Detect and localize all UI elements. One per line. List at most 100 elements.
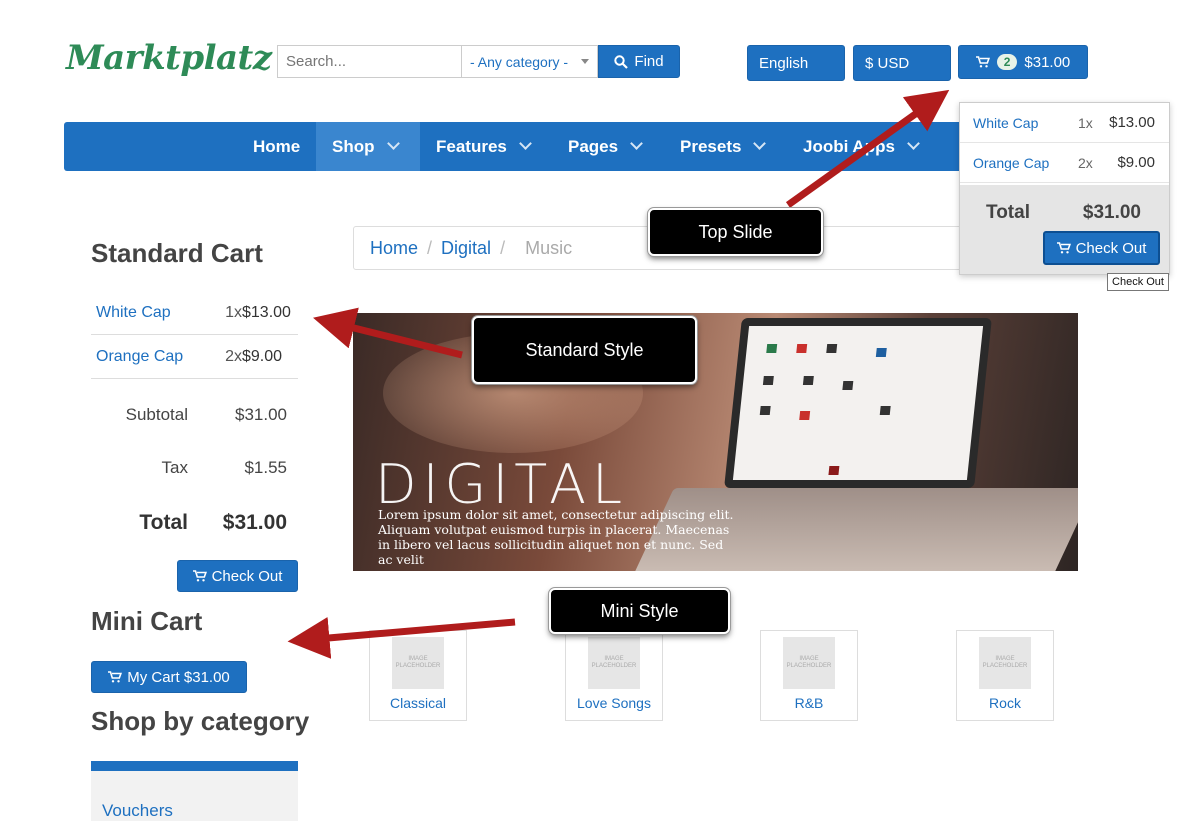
currency-label: $ USD — [865, 54, 910, 72]
category-tile-label[interactable]: R&B — [761, 695, 857, 711]
chevron-down-icon — [386, 137, 400, 150]
nav-label: Presets — [680, 136, 742, 156]
checkout-button[interactable]: Check Out — [177, 560, 298, 592]
dropdown-item-qty: 2x — [1078, 154, 1093, 171]
app-icon — [875, 348, 887, 357]
breadcrumb-current: Music — [525, 237, 573, 258]
laptop-screen — [724, 318, 992, 488]
image-placeholder: IMAGE PLACEHOLDER — [979, 637, 1031, 689]
nav-features[interactable]: Features — [420, 122, 546, 171]
category-list: Vouchers — [91, 761, 298, 821]
search-bar: - Any category - Find — [277, 45, 680, 78]
dropdown-item-price: $9.00 — [1117, 154, 1155, 171]
callout-mini-style: Mini Style — [549, 588, 730, 634]
chevron-down-icon — [630, 137, 643, 150]
app-icon — [828, 466, 840, 475]
dropdown-item-name[interactable]: White Cap — [960, 115, 1078, 131]
total-label: Total — [139, 511, 188, 534]
app-icon — [826, 344, 838, 353]
dropdown-cart-row: White Cap 1x $13.00 — [960, 103, 1169, 143]
category-tile[interactable]: IMAGE PLACEHOLDER Classical — [369, 630, 467, 721]
dropdown-checkout-button[interactable]: Check Out — [1043, 231, 1160, 265]
breadcrumb-home[interactable]: Home — [370, 238, 418, 259]
nav-presets[interactable]: Presets — [664, 122, 780, 171]
total-value: $31.00 — [222, 511, 287, 534]
nav-label: Pages — [568, 136, 619, 156]
nav-joobi-apps[interactable]: Joobi Apps — [787, 122, 934, 171]
image-placeholder: IMAGE PLACEHOLDER — [588, 637, 640, 689]
dropdown-footer: Total $31.00 Check Out — [960, 185, 1169, 274]
cart-item-price: $13.00 — [242, 303, 291, 321]
my-cart-button[interactable]: My Cart $31.00 — [91, 661, 247, 693]
callout-top-slide: Top Slide — [648, 208, 823, 256]
category-tile[interactable]: IMAGE PLACEHOLDER R&B — [760, 630, 858, 721]
site-logo[interactable]: Marktplatz — [66, 38, 272, 78]
mini-cart-title: Mini Cart — [91, 606, 203, 636]
chevron-down-icon — [519, 137, 532, 150]
tax-label: Tax — [161, 458, 188, 477]
find-button[interactable]: Find — [598, 45, 680, 78]
checkout-label: Check Out — [211, 567, 283, 585]
dropdown-item-name[interactable]: Orange Cap — [960, 155, 1078, 171]
search-icon — [614, 54, 629, 69]
category-tile-label[interactable]: Classical — [370, 695, 466, 711]
app-icon — [759, 406, 771, 415]
subtotal-value: $31.00 — [235, 405, 287, 424]
nav-label: Features — [436, 136, 507, 156]
image-placeholder: IMAGE PLACEHOLDER — [783, 637, 835, 689]
breadcrumb-digital[interactable]: Digital — [441, 238, 491, 259]
header-cart-total: $31.00 — [1024, 53, 1071, 71]
dropdown-item-price: $13.00 — [1109, 114, 1155, 131]
cart-item-name[interactable]: White Cap — [91, 304, 225, 322]
app-icon — [796, 344, 808, 353]
search-input[interactable] — [277, 45, 461, 78]
nav-shop[interactable]: Shop — [316, 122, 420, 171]
language-select[interactable]: English — [747, 45, 845, 81]
language-label: English — [759, 54, 809, 72]
category-link-vouchers[interactable]: Vouchers — [102, 801, 173, 821]
nav-label: Home — [253, 136, 301, 156]
cart-item-row: White Cap 1x $13.00 — [91, 291, 298, 335]
cart-item-price: $9.00 — [242, 347, 283, 365]
caret-down-icon — [581, 59, 589, 64]
cart-item-qty: 2x — [225, 347, 242, 365]
app-icon — [879, 406, 891, 415]
category-select-value: - Any category - — [470, 53, 569, 70]
top-cart-dropdown: White Cap 1x $13.00 Orange Cap 2x $9.00 … — [959, 102, 1170, 275]
cart-item-row: Orange Cap 2x $9.00 — [91, 335, 298, 379]
hero-banner[interactable]: DIGITAL Lorem ipsum dolor sit amet, cons… — [353, 313, 1078, 571]
currency-select[interactable]: $ USD — [853, 45, 951, 81]
tax-row: Tax $1.55 — [91, 458, 298, 478]
dropdown-item-qty: 1x — [1078, 114, 1093, 131]
cart-item-qty: 1x — [225, 303, 242, 321]
nav-pages[interactable]: Pages — [552, 122, 657, 171]
breadcrumb-separator: / — [427, 237, 433, 258]
page: Marktplatz - Any category - Find English… — [0, 0, 1186, 821]
image-placeholder: IMAGE PLACEHOLDER — [392, 637, 444, 689]
checkout-tooltip: Check Out — [1107, 273, 1169, 291]
cart-icon — [108, 671, 123, 683]
category-tile-label[interactable]: Love Songs — [566, 695, 662, 711]
tax-value: $1.55 — [244, 458, 287, 477]
app-icon — [842, 381, 854, 390]
cart-icon — [1056, 242, 1071, 254]
dropdown-checkout-label: Check Out — [1075, 239, 1147, 257]
cart-icon — [192, 570, 207, 582]
category-select[interactable]: - Any category - — [461, 45, 598, 78]
my-cart-label: My Cart $31.00 — [127, 668, 230, 686]
app-icon — [762, 376, 774, 385]
standard-cart-title: Standard Cart — [91, 238, 263, 268]
find-button-label: Find — [634, 53, 664, 70]
subtotal-row: Subtotal $31.00 — [91, 405, 298, 425]
dropdown-total-label: Total — [986, 202, 1030, 223]
cart-item-name[interactable]: Orange Cap — [91, 348, 225, 366]
category-tile-label[interactable]: Rock — [957, 695, 1053, 711]
category-tile[interactable]: IMAGE PLACEHOLDER Love Songs — [565, 630, 663, 721]
category-tile[interactable]: IMAGE PLACEHOLDER Rock — [956, 630, 1054, 721]
cart-icon — [975, 56, 990, 68]
header-cart-button[interactable]: 2 $31.00 — [958, 45, 1088, 79]
callout-standard-style: Standard Style — [472, 316, 697, 384]
nav-home[interactable]: Home — [237, 122, 316, 171]
dropdown-cart-row: Orange Cap 2x $9.00 — [960, 143, 1169, 183]
nav-label: Shop — [332, 136, 375, 156]
